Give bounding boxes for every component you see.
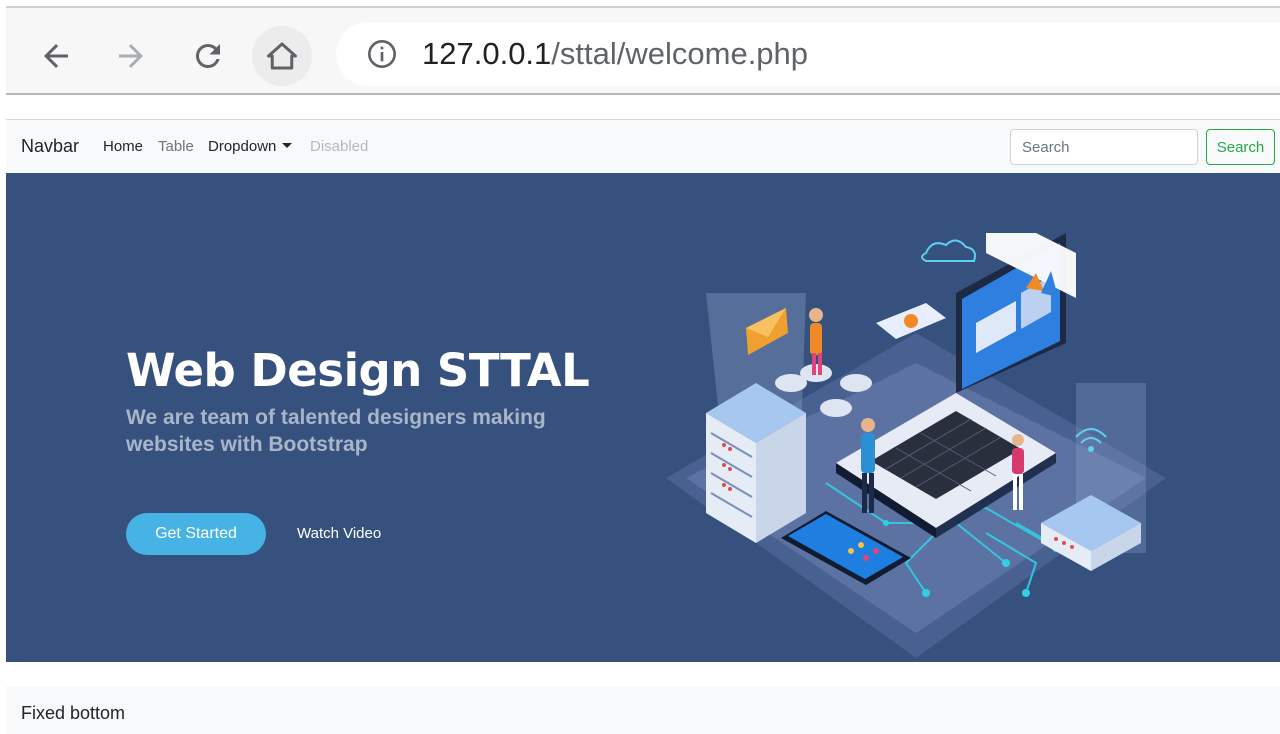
address-bar[interactable]: 127.0.0.1/sttal/welcome.php <box>336 22 1280 86</box>
home-icon <box>267 42 297 70</box>
nav-link-table[interactable]: Table <box>158 138 194 155</box>
back-arrow-icon <box>44 44 68 68</box>
nav-link-home[interactable]: Home <box>103 138 143 155</box>
isometric-laptop-server-illustration <box>666 233 1166 658</box>
navbar: Navbar Home Table Dropdown Disabled Sear… <box>6 119 1280 173</box>
fixed-bottom-bar: Fixed bottom <box>6 686 1280 734</box>
search-input[interactable] <box>1010 129 1198 165</box>
hero-subtitle: We are team of talented designers making… <box>126 406 546 456</box>
reload-icon <box>195 43 220 68</box>
nav-link-dropdown[interactable]: Dropdown <box>208 138 293 155</box>
url-path: /sttal/welcome.php <box>551 36 809 71</box>
navbar-brand[interactable]: Navbar <box>21 136 79 157</box>
home-button[interactable] <box>252 26 312 86</box>
browser-toolbar: 127.0.0.1/sttal/welcome.php <box>6 6 1280 95</box>
hero-section: Web Design STTAL We are team of talented… <box>6 173 1280 662</box>
url-text[interactable]: 127.0.0.1/sttal/welcome.php <box>422 35 808 73</box>
hero-title: Web Design STTAL <box>126 344 590 397</box>
info-icon[interactable] <box>366 38 398 70</box>
search-button[interactable]: Search <box>1206 129 1275 165</box>
nav-link-disabled: Disabled <box>310 138 369 155</box>
reload-button[interactable] <box>178 26 238 86</box>
get-started-button[interactable]: Get Started <box>126 513 266 555</box>
forward-arrow-icon <box>119 44 143 68</box>
forward-button[interactable] <box>101 26 161 86</box>
url-host: 127.0.0.1 <box>422 36 552 71</box>
back-button[interactable] <box>26 26 86 86</box>
footer-text: Fixed bottom <box>21 703 126 723</box>
dropdown-label: Dropdown <box>208 138 277 155</box>
page-top-gap <box>6 95 1280 119</box>
caret-down-icon <box>282 143 293 148</box>
watch-video-link[interactable]: Watch Video <box>297 525 381 542</box>
footer-gap <box>6 662 1280 686</box>
